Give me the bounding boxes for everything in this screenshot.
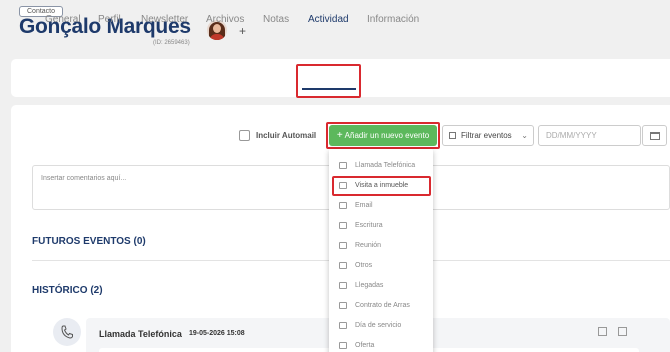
- calendar-button[interactable]: [642, 125, 667, 146]
- automail-checkbox[interactable]: [239, 130, 250, 141]
- event-date: 19-05-2026 15:08: [189, 330, 245, 337]
- history-title: HISTÓRICO (2): [32, 285, 103, 296]
- menu-item-otros[interactable]: Otros: [338, 259, 430, 272]
- menu-item-oferta[interactable]: Oferta: [338, 339, 430, 352]
- menu-item-escritura[interactable]: Escritura: [338, 219, 430, 232]
- phone-icon: [339, 162, 347, 169]
- people-icon: [339, 242, 347, 249]
- pin-icon: [339, 342, 347, 349]
- tab-perfil[interactable]: Perfil: [98, 14, 121, 25]
- menu-item-llamada[interactable]: Llamada Telefónica: [338, 159, 430, 172]
- filter-events-button[interactable]: Filtrar eventos ⌄: [442, 125, 534, 146]
- event-title: Llamada Telefónica: [99, 329, 182, 339]
- more-icon: [339, 262, 347, 269]
- future-events-title: FUTUROS EVENTOS (0): [32, 236, 146, 247]
- tab-newsletter[interactable]: Newsletter: [141, 14, 188, 25]
- open-icon[interactable]: [618, 327, 627, 336]
- grid-icon: [449, 132, 456, 139]
- tab-informacion[interactable]: Información: [367, 14, 419, 25]
- contract-icon: [339, 302, 347, 309]
- tab-general[interactable]: General: [45, 14, 81, 25]
- tab-highlight: [296, 64, 361, 98]
- menu-item-contrato[interactable]: Contrato de Arras: [338, 299, 430, 312]
- tab-archivos[interactable]: Archivos: [206, 14, 244, 25]
- calendar-icon: [339, 322, 347, 329]
- document-icon: [339, 222, 347, 229]
- contact-id: (ID: 2659463): [153, 40, 190, 46]
- phone-icon: [53, 318, 81, 346]
- menu-item-dia-servicio[interactable]: Día de servicio: [338, 319, 430, 332]
- automail-label: Incluir Automail: [256, 131, 317, 140]
- email-icon: [339, 202, 347, 209]
- arrival-icon: [339, 282, 347, 289]
- calendar-icon: [650, 132, 660, 140]
- menu-item-highlight: [332, 176, 431, 196]
- tab-actividad[interactable]: Actividad: [308, 14, 349, 25]
- menu-item-reunion[interactable]: Reunión: [338, 239, 430, 252]
- add-button[interactable]: +: [239, 24, 246, 38]
- date-input[interactable]: DD/MM/YYYY: [538, 125, 641, 146]
- chevron-down-icon: ⌄: [521, 131, 528, 140]
- tab-notas[interactable]: Notas: [263, 14, 289, 25]
- menu-item-llegadas[interactable]: Llegadas: [338, 279, 430, 292]
- expand-icon[interactable]: [598, 327, 607, 336]
- add-event-highlight: [326, 122, 440, 149]
- menu-item-email[interactable]: Email: [338, 199, 430, 212]
